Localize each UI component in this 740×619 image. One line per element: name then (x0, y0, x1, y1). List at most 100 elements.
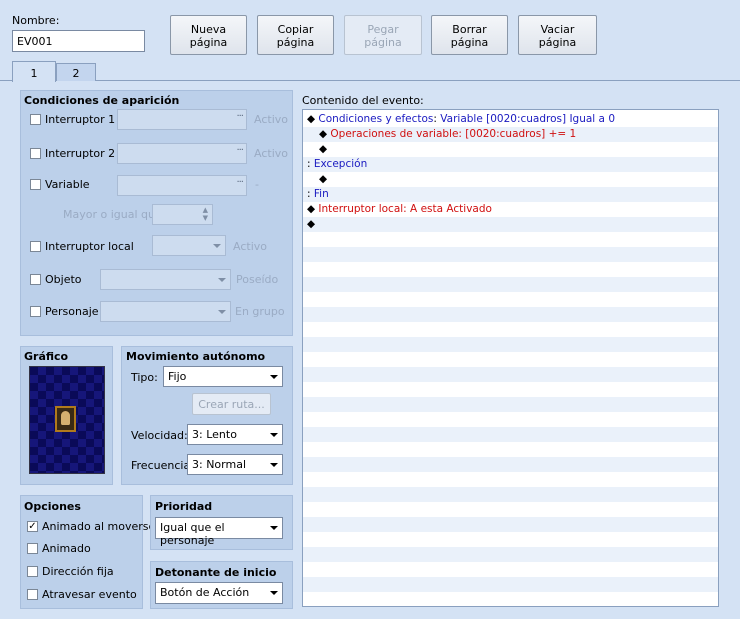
self-switch-dropdown[interactable] (152, 235, 226, 256)
variable-value-spinner[interactable]: ▲ ▼ (152, 204, 213, 225)
event-command-row[interactable] (303, 247, 718, 262)
variable-suffix: - (255, 178, 259, 191)
switch2-field[interactable]: ··· (117, 143, 247, 164)
copy-page-button[interactable]: Copiar página (257, 15, 334, 55)
clear-page-button[interactable]: Vaciar página (518, 15, 597, 55)
event-command-row[interactable] (303, 262, 718, 277)
options-title: Opciones (24, 500, 81, 513)
create-route-button[interactable]: Crear ruta... (192, 393, 271, 415)
command-bullet-icon: ◆ (319, 143, 328, 155)
self-switch-label: Interruptor local (45, 240, 134, 253)
event-command-row[interactable] (303, 532, 718, 547)
trigger-dropdown[interactable]: Botón de Acción (155, 582, 283, 604)
command-text: Condiciones y efectos (318, 113, 434, 125)
variable-checkbox[interactable] (30, 179, 41, 190)
switch1-label: Interruptor 1 (45, 113, 116, 126)
event-command-row[interactable]: ◆ Condiciones y efectos: Variable [0020:… (303, 112, 718, 127)
ellipsis-icon: ··· (236, 111, 243, 122)
event-command-row[interactable] (303, 307, 718, 322)
command-text: Variable [0020:cuadros] Igual a 0 (440, 113, 616, 125)
event-command-row[interactable] (303, 292, 718, 307)
option-walk-anim-checkbox[interactable]: ✓ (27, 521, 38, 532)
event-command-row[interactable] (303, 592, 718, 606)
chevron-down-icon (270, 526, 278, 530)
movement-freq-label: Frecuencia: (131, 459, 194, 472)
actor-dropdown[interactable] (100, 301, 231, 322)
graphic-preview[interactable] (29, 366, 105, 474)
movement-type-dropdown[interactable]: Fijo (163, 366, 283, 387)
ellipsis-icon: ··· (236, 177, 243, 188)
switch1-state: Activo (254, 113, 288, 126)
event-command-row[interactable]: ◆ (303, 217, 718, 232)
switch2-label: Interruptor 2 (45, 147, 116, 160)
event-command-row[interactable]: ◆ (303, 142, 718, 157)
self-switch-state: Activo (233, 240, 267, 253)
switch1-checkbox[interactable] (30, 114, 41, 125)
option-dir-fix-label: Dirección fija (42, 565, 114, 578)
priority-dropdown[interactable]: Igual que el personaje (155, 517, 283, 547)
command-bullet-icon: ◆ (307, 203, 319, 215)
event-command-row[interactable] (303, 397, 718, 412)
name-input[interactable] (12, 30, 145, 52)
item-dropdown[interactable] (100, 269, 231, 290)
command-text: Operaciones de variable: [0020:cuadros] … (330, 128, 577, 140)
event-command-row[interactable] (303, 322, 718, 337)
event-command-row[interactable] (303, 367, 718, 382)
movement-freq-dropdown[interactable]: 3: Normal (187, 454, 283, 475)
event-contents-list[interactable]: ◆ Condiciones y efectos: Variable [0020:… (302, 109, 719, 607)
event-command-row[interactable] (303, 502, 718, 517)
item-label: Objeto (45, 273, 82, 286)
tab-page-1[interactable]: 1 (12, 61, 56, 82)
event-command-row[interactable] (303, 412, 718, 427)
movement-type-label: Tipo: (131, 371, 158, 384)
movement-title: Movimiento autónomo (126, 350, 266, 363)
event-command-row[interactable] (303, 277, 718, 292)
tab-strip-line (0, 80, 740, 81)
switch2-checkbox[interactable] (30, 148, 41, 159)
tab-page-2[interactable]: 2 (56, 63, 96, 81)
event-command-row[interactable] (303, 472, 718, 487)
movement-speed-label: Velocidad: (131, 429, 188, 442)
chevron-down-icon (270, 375, 278, 379)
option-step-anim-checkbox[interactable] (27, 543, 38, 554)
event-command-row[interactable] (303, 517, 718, 532)
new-page-button[interactable]: Nueva página (170, 15, 247, 55)
event-command-row[interactable] (303, 577, 718, 592)
actor-state: En grupo (235, 305, 285, 318)
self-switch-checkbox[interactable] (30, 241, 41, 252)
event-command-row[interactable]: ◆ (303, 172, 718, 187)
option-dir-fix-checkbox[interactable] (27, 566, 38, 577)
command-bullet-icon: ◆ (307, 218, 316, 230)
command-text: Excepción (313, 158, 368, 170)
event-command-row[interactable] (303, 382, 718, 397)
event-command-row[interactable]: : Fin (303, 187, 718, 202)
event-command-row[interactable] (303, 337, 718, 352)
event-command-row[interactable] (303, 487, 718, 502)
delete-page-button[interactable]: Borrar página (431, 15, 508, 55)
chevron-down-icon (270, 591, 278, 595)
event-command-row[interactable]: ◆ Interruptor local: A esta Activado (303, 202, 718, 217)
item-checkbox[interactable] (30, 274, 41, 285)
event-command-row[interactable] (303, 442, 718, 457)
event-command-row[interactable] (303, 352, 718, 367)
event-command-row[interactable] (303, 562, 718, 577)
event-command-row[interactable]: : Excepción (303, 157, 718, 172)
item-state: Poseído (236, 273, 279, 286)
switch1-field[interactable]: ··· (117, 109, 247, 130)
event-command-row[interactable] (303, 427, 718, 442)
chevron-down-icon (270, 433, 278, 437)
event-command-row[interactable] (303, 457, 718, 472)
command-text: Interruptor local: A esta Activado (318, 203, 492, 215)
priority-title: Prioridad (155, 500, 213, 513)
event-command-row[interactable] (303, 232, 718, 247)
event-command-row[interactable]: ◆ Operaciones de variable: [0020:cuadros… (303, 127, 718, 142)
movement-speed-dropdown[interactable]: 3: Lento (187, 424, 283, 445)
variable-field[interactable]: ··· (117, 175, 247, 196)
actor-label: Personaje (45, 305, 99, 318)
option-through-checkbox[interactable] (27, 589, 38, 600)
actor-checkbox[interactable] (30, 306, 41, 317)
paste-page-button[interactable]: Pegar página (344, 15, 422, 55)
name-label: Nombre: (12, 14, 60, 27)
event-command-row[interactable] (303, 547, 718, 562)
spinner-arrows-icon: ▲ ▼ (202, 206, 208, 222)
